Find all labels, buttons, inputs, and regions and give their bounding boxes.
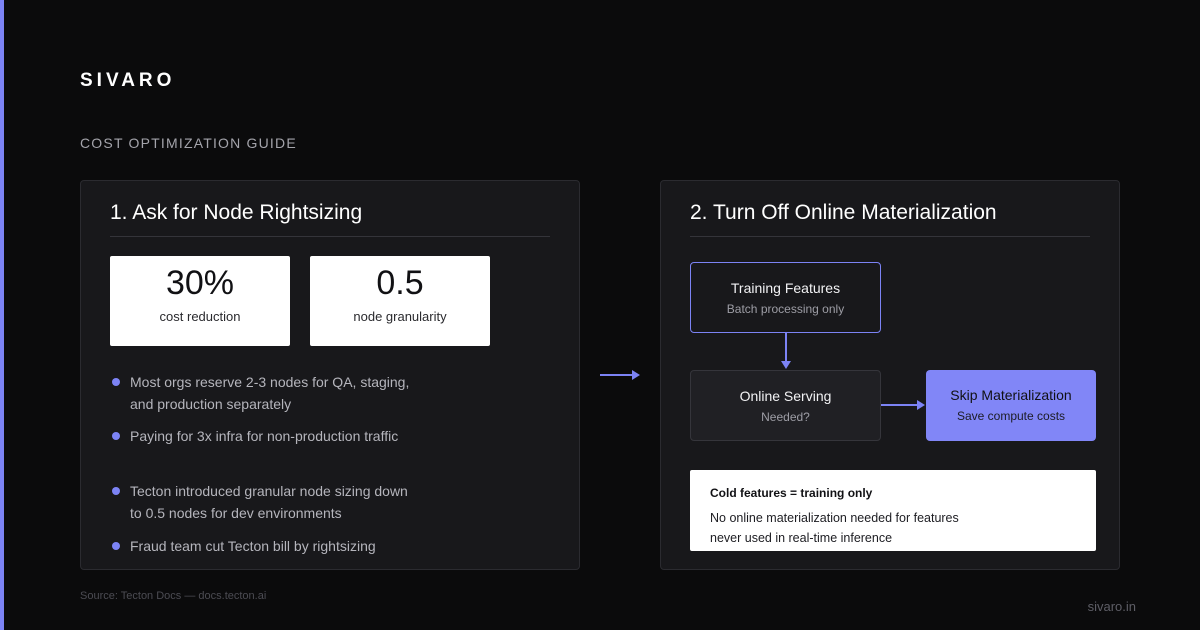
bullet-item: Tecton introduced granular node sizing d… bbox=[110, 480, 410, 524]
bullet-item: Most orgs reserve 2-3 nodes for QA, stag… bbox=[110, 371, 430, 415]
source-citation: Source: Tecton Docs — docs.tecton.ai bbox=[80, 590, 267, 602]
stat-label: cost reduction bbox=[159, 309, 241, 324]
stat-label: node granularity bbox=[353, 309, 447, 324]
bullet-text: Fraud team cut Tecton bill by rightsizin… bbox=[130, 538, 376, 554]
stat-value: 0.5 bbox=[376, 264, 424, 302]
node-title: Skip Materialization bbox=[950, 387, 1072, 403]
guide-label: COST OPTIMIZATION GUIDE bbox=[80, 135, 297, 151]
bullet-item: Paying for 3x infra for non-production t… bbox=[110, 425, 550, 447]
arrow-down-icon bbox=[781, 361, 791, 369]
bullet-item: Fraud team cut Tecton bill by rightsizin… bbox=[110, 535, 550, 557]
node-subtitle: Save compute costs bbox=[956, 409, 1066, 423]
online-materialization-card: 2. Turn Off Online Materialization Train… bbox=[660, 180, 1120, 570]
node-subtitle: Needed? bbox=[761, 410, 810, 424]
flow-node-skip-materialization: Skip Materialization Save compute costs bbox=[926, 370, 1096, 441]
flow-node-online-serving: Online Serving Needed? bbox=[690, 370, 881, 441]
card-title: 2. Turn Off Online Materialization bbox=[690, 201, 997, 224]
bullet-dot-icon bbox=[112, 542, 120, 550]
bullet-text: Most orgs reserve 2-3 nodes for QA, stag… bbox=[130, 374, 410, 412]
bullet-text: Paying for 3x infra for non-production t… bbox=[130, 428, 399, 444]
node-rightsizing-card: 1. Ask for Node Rightsizing 30% cost red… bbox=[80, 180, 580, 570]
cold-features-note: Cold features = training only No online … bbox=[690, 470, 1096, 551]
brand-logo: SIVARO bbox=[80, 70, 176, 91]
bullet-dot-icon bbox=[112, 432, 120, 440]
node-title: Training Features bbox=[730, 280, 841, 296]
stat-value: 30% bbox=[165, 264, 235, 302]
node-title: Online Serving bbox=[739, 388, 832, 404]
node-subtitle: Batch processing only bbox=[726, 302, 845, 316]
bullet-dot-icon bbox=[112, 487, 120, 495]
accent-bar bbox=[0, 0, 4, 630]
stat-cost-reduction: 30% cost reduction bbox=[110, 256, 290, 346]
card-divider bbox=[110, 236, 550, 237]
card-divider bbox=[690, 236, 1090, 237]
footer-url: sivaro.in bbox=[1087, 599, 1136, 614]
flow-node-training-features: Training Features Batch processing only bbox=[690, 262, 881, 333]
arrow-right-icon bbox=[917, 400, 925, 410]
note-title: Cold features = training only bbox=[710, 486, 873, 500]
card-title: 1. Ask for Node Rightsizing bbox=[110, 201, 363, 224]
note-body: No online materialization needed for fea… bbox=[710, 511, 959, 545]
bullet-dot-icon bbox=[112, 378, 120, 386]
bullet-text: Tecton introduced granular node sizing d… bbox=[130, 483, 408, 521]
arrow-right-icon bbox=[600, 370, 640, 380]
stat-node-granularity: 0.5 node granularity bbox=[310, 256, 490, 346]
